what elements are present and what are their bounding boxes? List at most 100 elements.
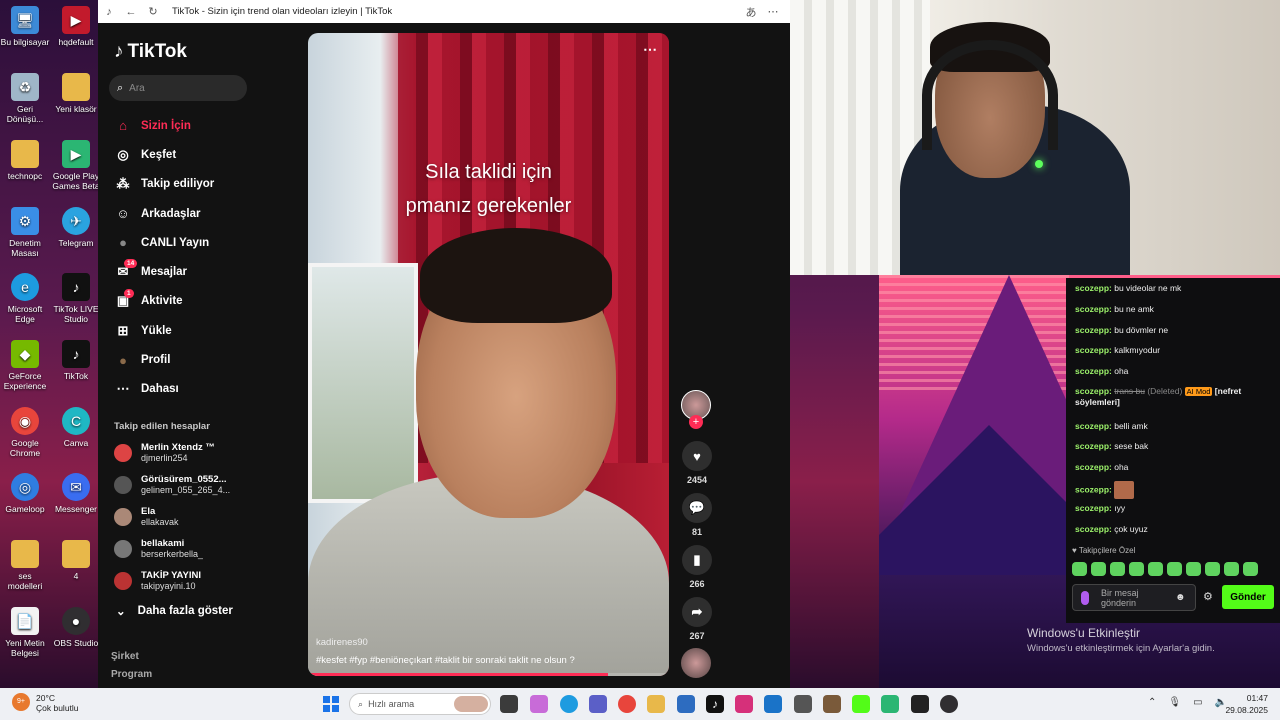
clock[interactable]: 01:47 29.08.2025 xyxy=(1222,692,1268,716)
followed-account[interactable]: bellakami berserkerbella_ xyxy=(114,534,254,564)
followed-account[interactable]: Merlin Xtendz ™ djmerlin254 xyxy=(114,438,254,468)
nav-activity[interactable]: ▣ 1 Aktivite xyxy=(114,287,254,316)
video-player[interactable]: Sıla taklidi için pmanız gerekenler ⋯ ka… xyxy=(308,33,669,676)
share-button[interactable]: ➦ 267 xyxy=(677,597,717,641)
desktop-icon-geforce[interactable]: ◆ GeForce Experience xyxy=(0,340,50,391)
taskbar-search[interactable]: ⌕ Hızlı arama xyxy=(349,693,491,715)
chat-message: scozepp: bu ne amk xyxy=(1075,304,1154,314)
video-more-icon[interactable]: ⋯ xyxy=(643,41,657,58)
emote-icon[interactable] xyxy=(1129,562,1144,576)
tiktok-logo[interactable]: ♪ TikTok xyxy=(114,41,187,63)
emote-icon[interactable] xyxy=(1167,562,1182,576)
desktop-icon-recycle-bin[interactable]: ♻ Geri Dönüşü... xyxy=(0,73,50,124)
chat-message: scozepp: sese bak xyxy=(1075,441,1149,451)
like-button[interactable]: ♥ 2454 xyxy=(677,441,717,485)
followed-account[interactable]: Ela ellakavak xyxy=(114,502,254,532)
translate-icon[interactable]: あ xyxy=(740,4,762,20)
game-app-icon[interactable] xyxy=(794,695,812,713)
nav-for-you[interactable]: ⌂ Sizin İçin xyxy=(114,111,254,140)
network-icon[interactable]: ▭ xyxy=(1193,697,1202,708)
desktop-icon-edge[interactable]: e Microsoft Edge xyxy=(0,273,50,324)
desktop-icon-canva[interactable]: C Canva xyxy=(51,407,101,448)
music-disc-icon[interactable] xyxy=(681,648,711,678)
weather-widget[interactable]: 9+ 20°C Çok bulutlu xyxy=(12,693,79,713)
desktop-icon-messenger[interactable]: ✉ Messenger xyxy=(51,473,101,514)
desktop-icon-obs[interactable]: ● OBS Studio xyxy=(51,607,101,648)
store-icon[interactable] xyxy=(677,695,695,713)
desktop-icon-hqdefault[interactable]: ▶ hqdefault xyxy=(51,6,101,47)
back-icon[interactable]: ← xyxy=(120,6,142,18)
video-progress-bar[interactable] xyxy=(308,673,669,676)
emote-icon[interactable] xyxy=(1110,562,1125,576)
gear-icon[interactable]: ⚙ xyxy=(1203,590,1213,603)
desktop-icon-tiktok[interactable]: ♪ TikTok xyxy=(51,340,101,381)
emoji-icon[interactable]: ☻ xyxy=(1175,592,1186,603)
canva-icon: C xyxy=(62,407,90,435)
footer-link-program[interactable]: Program xyxy=(111,666,152,684)
edge-taskbar-icon[interactable] xyxy=(560,695,578,713)
microphone-icon[interactable]: 🎙 xyxy=(1168,697,1181,708)
nav-following[interactable]: ⁂ Takip ediliyor xyxy=(114,170,254,199)
desktop-icon-tiktok-live-studio[interactable]: ♪ TikTok LIVE Studio xyxy=(51,273,101,324)
browser-menu-icon[interactable]: ⋯ xyxy=(762,5,784,18)
emote-icon[interactable] xyxy=(1186,562,1201,576)
desktop-icon-ses-modelleri[interactable]: ses modelleri xyxy=(0,540,50,591)
desktop-icon-google-play-games[interactable]: ▶ Google Play Games Beta xyxy=(51,140,101,191)
teams-icon[interactable] xyxy=(589,695,607,713)
obs-taskbar-icon[interactable] xyxy=(940,695,958,713)
page-title: TikTok - Sizin için trend olan videoları… xyxy=(172,6,393,17)
followed-account[interactable]: Görüsürem_0552... gelinem_055_265_4... xyxy=(114,470,254,500)
desktop-icon-folder-4[interactable]: 4 xyxy=(51,540,101,581)
desktop-icon-chrome[interactable]: ◉ Google Chrome xyxy=(0,407,50,458)
chrome-app-icon[interactable] xyxy=(881,695,899,713)
task-view-icon[interactable] xyxy=(500,695,518,713)
reload-icon[interactable]: ↻ xyxy=(142,5,164,18)
followed-account[interactable]: TAKİP YAYINI takipyayini.10 xyxy=(114,566,254,596)
desktop-icon-this-pc[interactable]: 🖥 Bu bilgisayar xyxy=(0,6,50,47)
tiktok-taskbar-icon[interactable]: ♪ xyxy=(706,695,724,713)
desktop-icon-new-folder[interactable]: Yeni klasör xyxy=(51,73,101,114)
chevron-up-icon[interactable]: ⌃ xyxy=(1148,697,1156,708)
emote-icon[interactable] xyxy=(1091,562,1106,576)
search-input[interactable] xyxy=(129,82,230,94)
nav-friends[interactable]: ☺ Arkadaşlar xyxy=(114,199,254,228)
emote-icon[interactable] xyxy=(1072,562,1087,576)
avatar xyxy=(114,540,132,558)
outlook-icon[interactable] xyxy=(764,695,782,713)
nav-messages[interactable]: ✉ 14 Mesajlar xyxy=(114,257,254,286)
video-author[interactable]: kadirenes90 xyxy=(316,637,368,648)
desktop-icon-gameloop[interactable]: ◎ Gameloop xyxy=(0,473,50,514)
desktop-icon-telegram[interactable]: ✈ Telegram xyxy=(51,207,101,248)
chrome-taskbar-icon[interactable] xyxy=(618,695,636,713)
footer-link-company[interactable]: Şirket xyxy=(111,648,152,666)
chat-message-input[interactable]: Bir mesaj gönderin ☻ xyxy=(1072,584,1196,611)
nav-live[interactable]: ● CANLI Yayın xyxy=(114,228,254,257)
copilot-icon[interactable] xyxy=(530,695,548,713)
search-box[interactable]: ⌕ xyxy=(109,75,247,101)
show-more-button[interactable]: ⌄ Daha fazla göster xyxy=(116,604,233,618)
save-button[interactable]: ▮ 266 xyxy=(677,545,717,589)
desktop-icon-text-document[interactable]: 📄 Yeni Metin Belgesi xyxy=(0,607,50,658)
send-button[interactable]: Gönder xyxy=(1222,585,1274,609)
desktop-icon-control-panel[interactable]: ⚙ Denetim Masası xyxy=(0,207,50,258)
emote-icon[interactable] xyxy=(1148,562,1163,576)
nav-explore[interactable]: ◎ Keşfet xyxy=(114,140,254,169)
friends-icon: ☺ xyxy=(116,206,130,222)
emote-icon[interactable] xyxy=(1224,562,1239,576)
windows-start-icon[interactable] xyxy=(323,696,339,712)
browser-window: ♪ ← ↻ TikTok - Sizin için trend olan vid… xyxy=(98,0,790,688)
nav-upload[interactable]: ⊞ Yükle xyxy=(114,316,254,345)
telegram-icon: ✈ xyxy=(62,207,90,235)
emote-icon[interactable] xyxy=(1205,562,1220,576)
file-explorer-icon[interactable] xyxy=(647,695,665,713)
kick-icon[interactable] xyxy=(852,695,870,713)
nav-more[interactable]: ⋯ Dahası xyxy=(114,375,254,404)
desktop-icon-technopc[interactable]: technopc xyxy=(0,140,50,181)
comment-button[interactable]: 💬 81 xyxy=(677,493,717,537)
emote-icon[interactable] xyxy=(1243,562,1258,576)
instagram-icon[interactable] xyxy=(735,695,753,713)
terminal-icon[interactable] xyxy=(911,695,929,713)
follow-plus-icon[interactable]: + xyxy=(689,415,703,429)
minecraft-icon[interactable] xyxy=(823,695,841,713)
nav-profile[interactable]: ● Profil xyxy=(114,345,254,374)
